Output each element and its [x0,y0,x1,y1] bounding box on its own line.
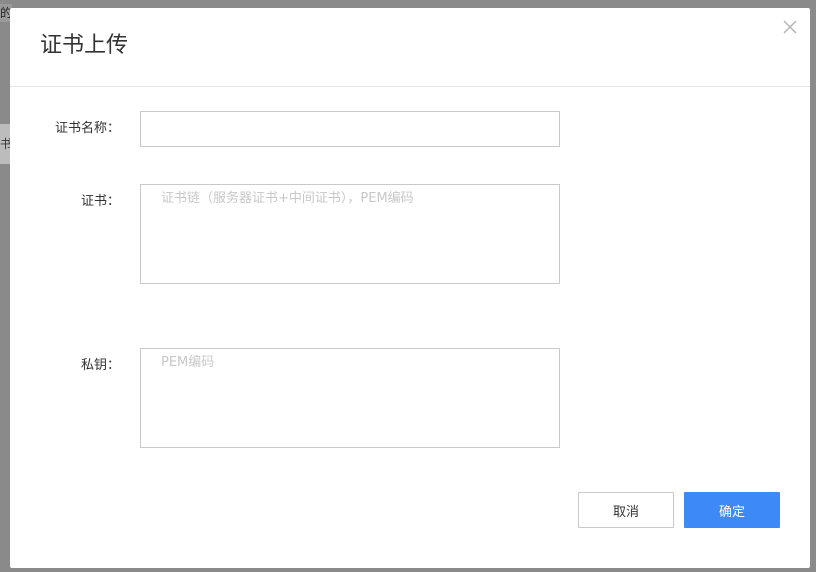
private-key-textarea[interactable] [140,348,560,448]
cert-name-input[interactable] [140,111,560,147]
close-icon [783,20,797,34]
dialog-header: 证书上传 [10,8,810,87]
dialog-title: 证书上传 [40,33,129,58]
certificate-upload-dialog: 证书上传 证书名称： 证书： 私钥： 取消 确定 [10,8,810,568]
close-button[interactable] [780,17,800,37]
confirm-button[interactable]: 确定 [684,492,780,528]
cancel-button[interactable]: 取消 [578,492,674,528]
certificate-textarea[interactable] [140,184,560,284]
cert-name-label: 证书名称： [54,121,120,136]
certificate-label: 证书： [80,194,120,209]
private-key-label: 私钥： [80,358,120,373]
